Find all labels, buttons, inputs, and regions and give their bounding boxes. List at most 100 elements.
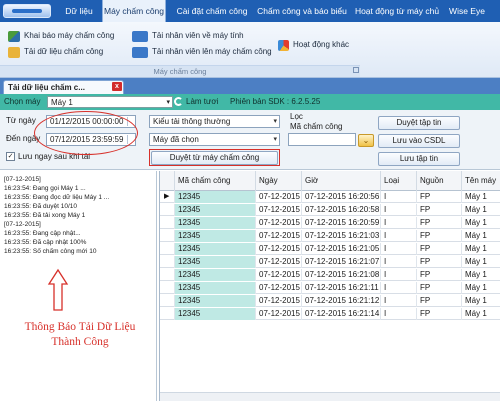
table-cell[interactable]: 12345 — [174, 243, 255, 255]
machine-scope-select[interactable]: Máy đã chọn ▾ — [149, 133, 280, 146]
table-cell[interactable]: I — [380, 308, 416, 320]
filter-chevron-icon[interactable]: ⌄ — [358, 134, 374, 147]
table-row[interactable]: 12345 07-12-2015 07-12-2015 16:21:05 I FP Máy… — [160, 243, 500, 255]
table-cell[interactable]: I — [380, 230, 416, 242]
menu-server-activity[interactable]: Hoạt động từ máy chủ — [354, 0, 440, 22]
tab-download-attendance[interactable]: Tải dữ liệu chấm c... — [3, 80, 124, 94]
menu-attendance-settings[interactable]: Cài đặt chấm công — [172, 0, 252, 22]
table-cell[interactable]: 07-12-2015 16:21:07 — [301, 256, 380, 268]
table-cell[interactable]: 07-12-2015 — [255, 269, 301, 281]
table-cell[interactable]: 12345 — [174, 295, 255, 307]
table-cell[interactable]: 07-12-2015 — [255, 256, 301, 268]
table-row[interactable]: 12345 07-12-2015 07-12-2015 16:21:07 I FP Máy… — [160, 256, 500, 268]
table-row[interactable]: 12345 07-12-2015 07-12-2015 16:21:11 I FP Máy… — [160, 282, 500, 294]
table-cell[interactable]: 12345 — [174, 191, 255, 203]
table-cell[interactable]: 07-12-2015 16:20:59 — [301, 217, 380, 229]
table-cell[interactable]: I — [380, 295, 416, 307]
save-after-load-checkbox[interactable]: ✓ — [6, 152, 15, 161]
table-cell[interactable]: 07-12-2015 — [255, 295, 301, 307]
table-cell[interactable]: FP — [416, 295, 461, 307]
menu-attendance-machine[interactable]: Máy chấm công — [102, 0, 166, 22]
table-cell[interactable]: Máy 1 — [461, 230, 500, 242]
table-cell[interactable]: 07-12-2015 16:20:56 — [301, 191, 380, 203]
table-cell[interactable]: 07-12-2015 — [255, 308, 301, 320]
table-row[interactable]: 12345 07-12-2015 07-12-2015 16:21:08 I FP Máy… — [160, 269, 500, 281]
table-cell[interactable]: Máy 1 — [461, 204, 500, 216]
table-cell[interactable]: Máy 1 — [461, 256, 500, 268]
table-cell[interactable]: Máy 1 — [461, 191, 500, 203]
table-cell[interactable]: I — [380, 282, 416, 294]
save-db-button[interactable]: Lưu vào CSDL — [378, 134, 460, 148]
table-cell[interactable]: I — [380, 191, 416, 203]
table-row[interactable]: 12345 07-12-2015 07-12-2015 16:20:58 I FP Máy… — [160, 204, 500, 216]
download-type-select[interactable]: Kiểu tải thông thường ▾ — [149, 115, 280, 128]
menu-attendance-reports[interactable]: Chấm công và báo biểu — [256, 0, 348, 22]
table-cell[interactable]: FP — [416, 230, 461, 242]
table-cell[interactable]: 07-12-2015 — [255, 230, 301, 242]
table-cell[interactable]: 12345 — [174, 256, 255, 268]
table-cell[interactable]: FP — [416, 282, 461, 294]
table-cell[interactable]: 12345 — [174, 204, 255, 216]
table-cell[interactable]: FP — [416, 204, 461, 216]
column-header[interactable]: Loại — [380, 171, 416, 191]
column-header[interactable]: Giờ — [301, 171, 380, 191]
table-cell[interactable]: 12345 — [174, 308, 255, 320]
close-icon[interactable]: x — [112, 82, 122, 91]
table-cell[interactable]: I — [380, 256, 416, 268]
table-cell[interactable]: FP — [416, 269, 461, 281]
table-cell[interactable]: FP — [416, 256, 461, 268]
table-cell[interactable]: FP — [416, 217, 461, 229]
table-cell[interactable]: 07-12-2015 — [255, 282, 301, 294]
download-staff-button[interactable]: Tải nhân viên về máy tính — [132, 29, 244, 43]
table-cell[interactable]: 07-12-2015 16:20:58 — [301, 204, 380, 216]
menu-wise-eye[interactable]: Wise Eye — [446, 0, 488, 22]
table-row[interactable]: 12345 07-12-2015 07-12-2015 16:20:59 I FP Máy… — [160, 217, 500, 229]
table-cell[interactable]: 12345 — [174, 282, 255, 294]
table-cell[interactable]: 07-12-2015 — [255, 217, 301, 229]
table-cell[interactable]: 07-12-2015 16:21:11 — [301, 282, 380, 294]
table-row[interactable]: 12345 07-12-2015 07-12-2015 16:21:14 I FP Máy… — [160, 308, 500, 320]
table-row[interactable]: 12345 07-12-2015 07-12-2015 16:21:03 I FP Máy… — [160, 230, 500, 242]
table-cell[interactable]: 07-12-2015 16:21:05 — [301, 243, 380, 255]
declare-machine-button[interactable]: Khai báo máy chấm công — [8, 29, 114, 43]
table-cell[interactable]: 07-12-2015 — [255, 243, 301, 255]
table-cell[interactable]: 12345 — [174, 217, 255, 229]
column-header[interactable]: Tên máy — [461, 171, 500, 191]
column-header[interactable]: Ngày — [255, 171, 301, 191]
table-cell[interactable]: 07-12-2015 — [255, 191, 301, 203]
column-header[interactable]: Mã chấm công — [174, 171, 255, 191]
table-cell[interactable]: Máy 1 — [461, 282, 500, 294]
upload-staff-button[interactable]: Tải nhân viên lên máy chấm công — [132, 45, 272, 59]
table-cell[interactable]: 12345 — [174, 269, 255, 281]
table-row[interactable]: 12345 07-12-2015 07-12-2015 16:21:12 I FP Máy… — [160, 295, 500, 307]
refresh-icon[interactable] — [174, 97, 183, 106]
table-cell[interactable]: FP — [416, 191, 461, 203]
table-cell[interactable]: Máy 1 — [461, 269, 500, 281]
download-attendance-button[interactable]: Tải dữ liệu chấm công — [8, 45, 103, 59]
other-activity-button[interactable]: Hoạt động khác — [278, 38, 349, 52]
machine-select[interactable]: Máy 1 ▾ — [47, 96, 173, 108]
table-cell[interactable]: Máy 1 — [461, 243, 500, 255]
group-expand-icon[interactable] — [353, 67, 359, 73]
save-file-button[interactable]: Lưu tập tin — [378, 152, 460, 166]
table-cell[interactable]: 07-12-2015 16:21:08 — [301, 269, 380, 281]
refresh-button[interactable]: Làm tươi — [186, 94, 218, 110]
table-cell[interactable]: 07-12-2015 — [255, 204, 301, 216]
table-cell[interactable]: I — [380, 269, 416, 281]
table-cell[interactable]: Máy 1 — [461, 217, 500, 229]
table-cell[interactable]: 07-12-2015 16:21:12 — [301, 295, 380, 307]
column-header[interactable]: Nguồn — [416, 171, 461, 191]
table-cell[interactable]: 07-12-2015 16:21:14 — [301, 308, 380, 320]
horizontal-scrollbar[interactable] — [160, 392, 500, 401]
table-cell[interactable]: I — [380, 243, 416, 255]
table-cell[interactable]: Máy 1 — [461, 295, 500, 307]
browse-file-button[interactable]: Duyệt tập tin — [378, 116, 460, 130]
table-cell[interactable]: FP — [416, 243, 461, 255]
table-row[interactable]: ▶ 12345 07-12-2015 07-12-2015 16:20:56 I FP Má… — [160, 191, 500, 203]
table-cell[interactable]: I — [380, 217, 416, 229]
table-cell[interactable]: Máy 1 — [461, 308, 500, 320]
table-cell[interactable]: FP — [416, 308, 461, 320]
filter-input[interactable] — [288, 133, 356, 146]
table-cell[interactable]: 12345 — [174, 230, 255, 242]
table-cell[interactable]: 07-12-2015 16:21:03 — [301, 230, 380, 242]
